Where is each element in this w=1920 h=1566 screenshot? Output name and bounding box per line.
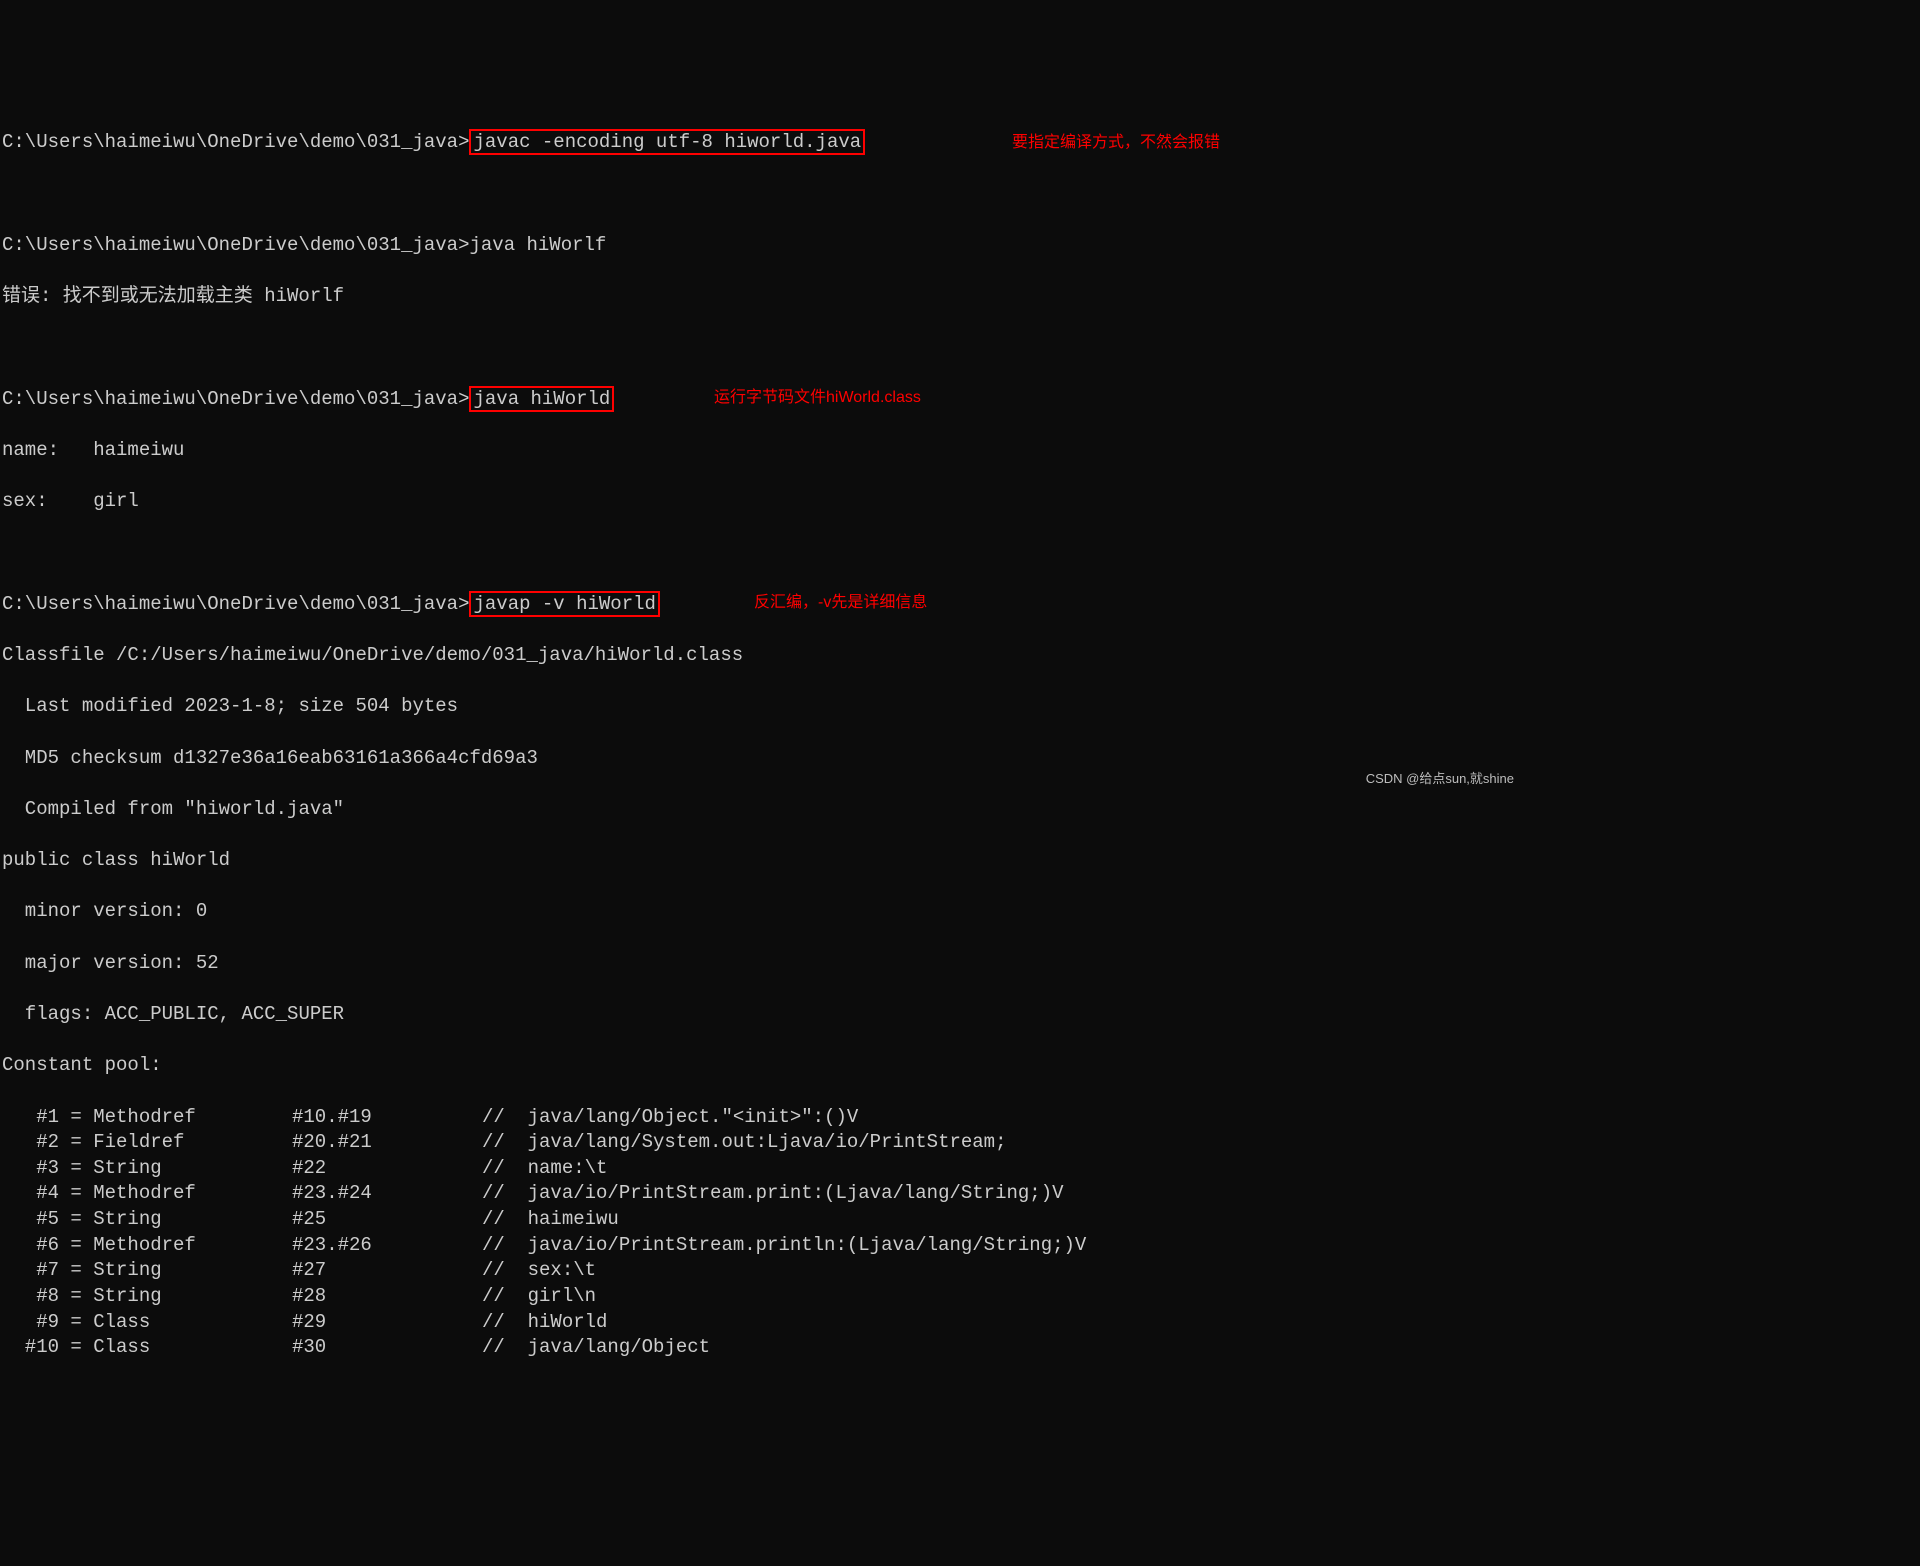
pool-col-comment: // java/io/PrintStream.println:(Ljava/la… <box>482 1234 1086 1256</box>
cmd-line-1: C:\Users\haimeiwu\OneDrive\demo\031_java… <box>2 130 1520 156</box>
pool-col-ref: #27 <box>292 1258 482 1284</box>
major-line: major version: 52 <box>2 951 1520 977</box>
output-sex: sex: girl <box>2 489 1520 515</box>
cmd-java: java hiWorld <box>469 386 614 412</box>
prompt: C:\Users\haimeiwu\OneDrive\demo\031_java… <box>2 131 469 153</box>
pool-col-comment: // hiWorld <box>482 1311 607 1333</box>
minor-line: minor version: 0 <box>2 899 1520 925</box>
md5-line: MD5 checksum d1327e36a16eab63161a366a4cf… <box>2 746 1520 772</box>
pool-col-comment: // girl\n <box>482 1285 596 1307</box>
pool-col-entry: #8 = String <box>2 1284 292 1310</box>
cmd-line-3: C:\Users\haimeiwu\OneDrive\demo\031_java… <box>2 387 1520 413</box>
pool-row: #6 = Methodref#23.#26// java/io/PrintStr… <box>2 1233 1520 1259</box>
lastmod-line: Last modified 2023-1-8; size 504 bytes <box>2 694 1520 720</box>
pool-col-ref: #30 <box>292 1335 482 1361</box>
pool-col-comment: // java/lang/System.out:Ljava/io/PrintSt… <box>482 1131 1007 1153</box>
pool-row: #5 = String#25// haimeiwu <box>2 1207 1520 1233</box>
pool-row: #1 = Methodref#10.#19// java/lang/Object… <box>2 1105 1520 1131</box>
pool-col-ref: #23.#24 <box>292 1181 482 1207</box>
pool-col-entry: #1 = Methodref <box>2 1105 292 1131</box>
pool-col-entry: #5 = String <box>2 1207 292 1233</box>
pool-col-ref: #23.#26 <box>292 1233 482 1259</box>
pool-col-ref: #10.#19 <box>292 1105 482 1131</box>
compiled-line: Compiled from "hiworld.java" <box>2 797 1520 823</box>
pool-row: #10 = Class#30// java/lang/Object <box>2 1335 1520 1361</box>
pool-col-ref: #29 <box>292 1310 482 1336</box>
pool-col-ref: #25 <box>292 1207 482 1233</box>
pool-row: #3 = String#22// name:\t <box>2 1156 1520 1182</box>
terminal-output: C:\Users\haimeiwu\OneDrive\demo\031_java… <box>0 103 1520 1387</box>
pool-col-comment: // java/lang/Object <box>482 1336 710 1358</box>
pool-row: #9 = Class#29// hiWorld <box>2 1310 1520 1336</box>
pool-row: #4 = Methodref#23.#24// java/io/PrintStr… <box>2 1181 1520 1207</box>
pool-col-comment: // name:\t <box>482 1157 607 1179</box>
poolhdr-line: Constant pool: <box>2 1053 1520 1079</box>
pool-col-ref: #20.#21 <box>292 1130 482 1156</box>
pool-col-entry: #2 = Fieldref <box>2 1130 292 1156</box>
cmd-line-2: C:\Users\haimeiwu\OneDrive\demo\031_java… <box>2 233 1520 259</box>
pool-col-ref: #22 <box>292 1156 482 1182</box>
pool-row: #2 = Fieldref#20.#21// java/lang/System.… <box>2 1130 1520 1156</box>
prompt: C:\Users\haimeiwu\OneDrive\demo\031_java… <box>2 388 469 410</box>
cmd-line-4: C:\Users\haimeiwu\OneDrive\demo\031_java… <box>2 592 1520 618</box>
pool-col-comment: // java/lang/Object."<init>":()V <box>482 1106 858 1128</box>
pool-row: #7 = String#27// sex:\t <box>2 1258 1520 1284</box>
watermark: CSDN @给点sun,就shine <box>1366 770 1514 788</box>
pool-col-comment: // haimeiwu <box>482 1208 619 1230</box>
classfile-line: Classfile /C:/Users/haimeiwu/OneDrive/de… <box>2 643 1520 669</box>
output-name: name: haimeiwu <box>2 438 1520 464</box>
pool-col-entry: #6 = Methodref <box>2 1233 292 1259</box>
flags-line: flags: ACC_PUBLIC, ACC_SUPER <box>2 1002 1520 1028</box>
cmd-javap: javap -v hiWorld <box>469 591 659 617</box>
classdecl-line: public class hiWorld <box>2 848 1520 874</box>
constant-pool: #1 = Methodref#10.#19// java/lang/Object… <box>2 1105 1520 1361</box>
pool-col-comment: // sex:\t <box>482 1259 596 1281</box>
error-line: 错误: 找不到或无法加载主类 hiWorlf <box>2 284 1520 310</box>
pool-col-entry: #3 = String <box>2 1156 292 1182</box>
cmd-java-wrong: java hiWorlf <box>469 234 606 256</box>
pool-col-entry: #9 = Class <box>2 1310 292 1336</box>
annotation-3: 反汇编，-v先是详细信息 <box>754 592 927 614</box>
pool-col-ref: #28 <box>292 1284 482 1310</box>
annotation-2: 运行字节码文件hiWorld.class <box>714 387 921 409</box>
pool-col-entry: #7 = String <box>2 1258 292 1284</box>
prompt: C:\Users\haimeiwu\OneDrive\demo\031_java… <box>2 593 469 615</box>
pool-col-comment: // java/io/PrintStream.print:(Ljava/lang… <box>482 1182 1064 1204</box>
annotation-1: 要指定编译方式，不然会报错 <box>1012 132 1220 154</box>
pool-col-entry: #10 = Class <box>2 1335 292 1361</box>
pool-col-entry: #4 = Methodref <box>2 1181 292 1207</box>
pool-row: #8 = String#28// girl\n <box>2 1284 1520 1310</box>
cmd-javac: javac -encoding utf-8 hiworld.java <box>469 129 865 155</box>
prompt: C:\Users\haimeiwu\OneDrive\demo\031_java… <box>2 234 469 256</box>
